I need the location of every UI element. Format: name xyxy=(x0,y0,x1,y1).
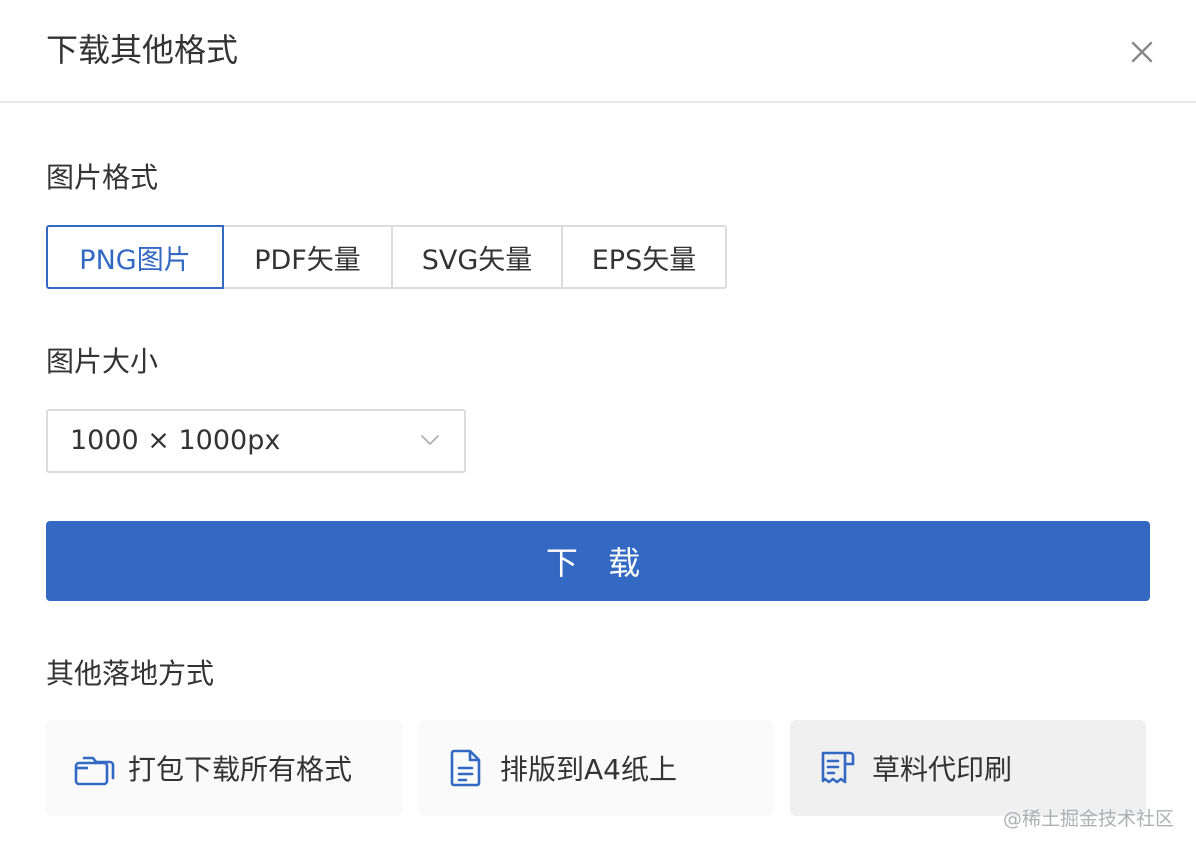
format-option-pdf[interactable]: PDF矢量 xyxy=(222,225,393,289)
format-selector: PNG图片 PDF矢量 SVG矢量 EPS矢量 xyxy=(46,225,727,289)
print-service-option[interactable]: 草料代印刷 xyxy=(790,720,1146,816)
document-icon xyxy=(450,749,481,787)
format-option-svg[interactable]: SVG矢量 xyxy=(391,225,563,289)
size-select[interactable]: 1000 × 1000px xyxy=(46,409,466,473)
option-label: 打包下载所有格式 xyxy=(128,753,353,786)
download-button[interactable]: 下 载 xyxy=(46,521,1150,601)
chevron-down-icon xyxy=(421,435,439,445)
close-button[interactable] xyxy=(1126,36,1158,68)
close-icon xyxy=(1131,41,1153,63)
format-option-eps[interactable]: EPS矢量 xyxy=(561,225,727,289)
download-dialog: 下载其他格式 图片格式 PNG图片 PDF矢量 SVG矢量 EPS矢量 图片大小… xyxy=(0,0,1196,852)
format-option-png[interactable]: PNG图片 xyxy=(46,225,224,289)
print-receipt-icon xyxy=(821,751,855,784)
option-label: 排版到A4纸上 xyxy=(500,753,677,786)
size-section-label: 图片大小 xyxy=(46,345,159,378)
folders-icon xyxy=(74,756,115,786)
size-select-value: 1000 × 1000px xyxy=(70,425,281,456)
other-section-label: 其他落地方式 xyxy=(46,657,215,690)
option-label: 草料代印刷 xyxy=(872,753,1013,786)
download-button-label: 下 载 xyxy=(545,544,651,582)
format-section-label: 图片格式 xyxy=(46,161,159,194)
watermark: @稀土掘金技术社区 xyxy=(1002,808,1174,830)
a4-layout-option[interactable]: 排版到A4纸上 xyxy=(418,720,774,816)
format-option-label: PDF矢量 xyxy=(254,244,361,276)
dialog-header: 下载其他格式 xyxy=(0,0,1196,103)
format-option-label: EPS矢量 xyxy=(591,244,697,276)
format-option-label: PNG图片 xyxy=(79,244,191,276)
format-option-label: SVG矢量 xyxy=(421,244,533,276)
dialog-title: 下载其他格式 xyxy=(46,31,239,69)
pack-download-all-option[interactable]: 打包下载所有格式 xyxy=(46,720,402,816)
